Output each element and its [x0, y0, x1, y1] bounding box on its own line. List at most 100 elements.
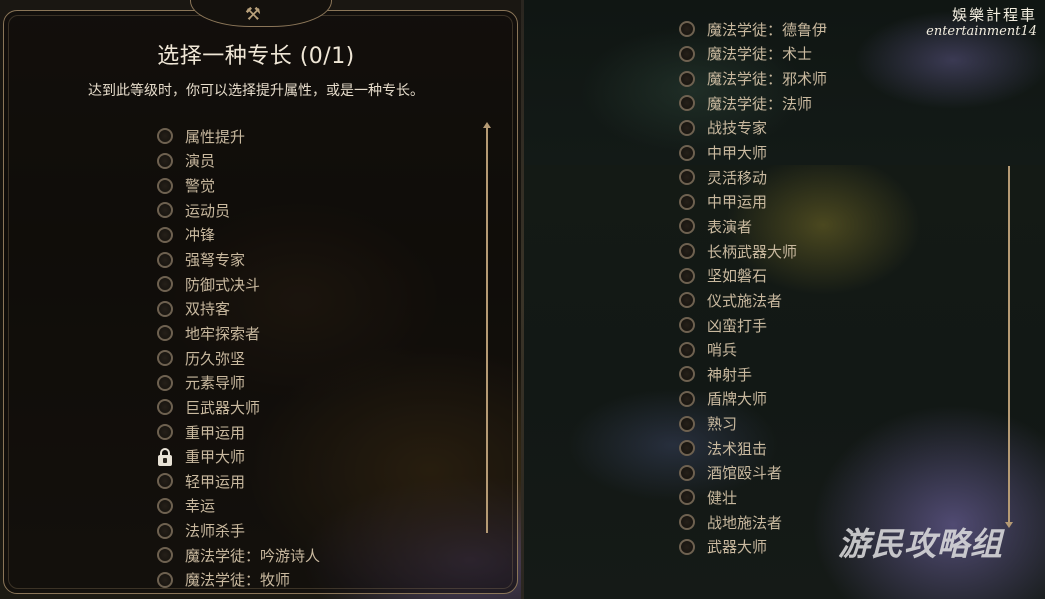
radio-circle-icon[interactable]	[679, 341, 695, 358]
radio-circle-icon[interactable]	[157, 424, 173, 440]
radio-circle-icon[interactable]	[157, 128, 173, 145]
radio-circle-icon[interactable]	[157, 350, 173, 367]
radio-circle-icon[interactable]	[679, 169, 695, 186]
feat-option[interactable]: 历久弥坚	[157, 346, 320, 371]
feat-option[interactable]: 坚如磐石	[679, 263, 827, 288]
feat-option[interactable]: 演员	[157, 149, 320, 174]
radio-circle-icon[interactable]	[157, 374, 173, 391]
scroll-down-arrow-icon[interactable]	[1005, 522, 1013, 528]
radio-circle-icon[interactable]	[157, 177, 173, 194]
feat-option[interactable]: 中甲大师	[679, 140, 827, 165]
radio-circle-icon[interactable]	[679, 119, 695, 136]
feat-option[interactable]: 长柄武器大师	[679, 239, 827, 264]
feat-option[interactable]: 重甲运用	[157, 420, 320, 445]
padlock-icon	[157, 447, 173, 466]
feat-option[interactable]: 警觉	[157, 173, 320, 198]
feat-option[interactable]: 防御式决斗	[157, 272, 320, 297]
feat-option[interactable]: 巨武器大师	[157, 395, 320, 420]
feat-option[interactable]: 健壮	[679, 485, 827, 510]
radio-circle-icon[interactable]	[679, 243, 695, 260]
feat-option-label: 魔法学徒：法师	[707, 94, 813, 113]
feat-option[interactable]: 酒馆殴斗者	[679, 461, 827, 486]
feat-option-label: 酒馆殴斗者	[707, 464, 783, 483]
feat-option[interactable]: 灵活移动	[679, 165, 827, 190]
feat-option[interactable]: 幸运	[157, 494, 320, 519]
feat-option[interactable]: 仪式施法者	[679, 288, 827, 313]
feat-option[interactable]: 重甲大师	[157, 444, 320, 469]
feat-option[interactable]: 法术狙击	[679, 436, 827, 461]
radio-circle-icon[interactable]	[679, 390, 695, 407]
radio-circle-icon[interactable]	[157, 522, 173, 539]
radio-circle-icon[interactable]	[679, 21, 695, 38]
feat-option[interactable]: 凶蛮打手	[679, 313, 827, 338]
feat-option-label: 哨兵	[707, 341, 738, 360]
radio-circle-icon[interactable]	[679, 70, 695, 87]
feat-option[interactable]: 魔法学徒：邪术师	[679, 66, 827, 91]
feat-option-label: 法师杀手	[185, 522, 246, 541]
feat-option[interactable]: 盾牌大师	[679, 387, 827, 412]
radio-circle-icon[interactable]	[679, 95, 695, 112]
radio-circle-icon[interactable]	[157, 202, 173, 219]
radio-circle-icon[interactable]	[157, 497, 173, 514]
radio-circle-icon[interactable]	[679, 144, 695, 161]
feat-option[interactable]: 武器大师	[679, 534, 827, 559]
radio-circle-icon[interactable]	[679, 514, 695, 531]
radio-circle-icon[interactable]	[157, 152, 173, 169]
radio-circle-icon[interactable]	[679, 45, 695, 62]
radio-circle-icon[interactable]	[157, 547, 173, 564]
feat-option[interactable]: 哨兵	[679, 337, 827, 362]
radio-circle-icon[interactable]	[157, 276, 173, 293]
feat-option-label: 盾牌大师	[707, 390, 768, 409]
feat-option[interactable]: 战技专家	[679, 116, 827, 141]
feat-option[interactable]: 属性提升	[157, 124, 320, 149]
feat-list-scrollbar-right[interactable]	[1008, 166, 1010, 524]
feat-option[interactable]: 冲锋	[157, 223, 320, 248]
feat-option[interactable]: 魔法学徒：术士	[679, 42, 827, 67]
feat-option[interactable]: 表演者	[679, 214, 827, 239]
feat-option[interactable]: 轻甲运用	[157, 469, 320, 494]
radio-circle-icon[interactable]	[679, 317, 695, 333]
feat-option[interactable]: 魔法学徒：法师	[679, 91, 827, 116]
radio-circle-icon[interactable]	[679, 292, 695, 309]
feat-option[interactable]: 运动员	[157, 198, 320, 223]
radio-circle-icon[interactable]	[679, 193, 695, 210]
feat-option[interactable]: 战地施法者	[679, 510, 827, 535]
feat-option[interactable]: 强弩专家	[157, 247, 320, 272]
feat-option-label: 长柄武器大师	[707, 242, 798, 261]
radio-circle-icon[interactable]	[157, 300, 173, 317]
feat-option[interactable]: 魔法学徒：牧师	[157, 568, 320, 593]
radio-circle-icon[interactable]	[679, 218, 695, 235]
radio-circle-icon[interactable]	[157, 473, 173, 490]
feat-option-label: 强弩专家	[185, 251, 246, 270]
radio-circle-icon[interactable]	[157, 571, 173, 588]
feat-option[interactable]: 地牢探索者	[157, 321, 320, 346]
dialog-title: 选择一种专长 (0/1)	[157, 44, 355, 69]
radio-circle-icon[interactable]	[679, 267, 695, 284]
radio-circle-icon[interactable]	[157, 399, 173, 416]
feat-option[interactable]: 熟习	[679, 411, 827, 436]
feat-option-label: 属性提升	[185, 127, 246, 146]
feat-option-label: 神射手	[707, 365, 753, 384]
feat-list-scrollbar-left[interactable]	[486, 128, 488, 533]
radio-circle-icon[interactable]	[679, 415, 695, 432]
feat-option[interactable]: 魔法学徒：吟游诗人	[157, 543, 320, 568]
feat-option[interactable]: 双持客	[157, 296, 320, 321]
radio-circle-icon[interactable]	[157, 325, 173, 342]
feat-option[interactable]: 法师杀手	[157, 518, 320, 543]
radio-circle-icon[interactable]	[679, 366, 695, 383]
watermark-bottom: 游民攻略组	[838, 525, 1004, 563]
scroll-up-arrow-icon[interactable]	[483, 122, 491, 128]
radio-circle-icon[interactable]	[157, 226, 173, 243]
radio-circle-icon[interactable]	[679, 464, 695, 481]
crossed-tools-icon: ⚒	[244, 4, 262, 25]
radio-circle-icon[interactable]	[157, 251, 173, 268]
feat-option[interactable]: 元素导师	[157, 370, 320, 395]
radio-circle-icon[interactable]	[679, 538, 695, 555]
watermark-top: 娛樂計程車 entertainment14	[926, 4, 1037, 39]
feat-option[interactable]: 魔法学徒：德鲁伊	[679, 17, 827, 42]
radio-circle-icon[interactable]	[679, 440, 695, 457]
feat-option-label: 幸运	[185, 497, 216, 516]
feat-option[interactable]: 神射手	[679, 362, 827, 387]
radio-circle-icon[interactable]	[679, 489, 695, 506]
feat-option[interactable]: 中甲运用	[679, 189, 827, 214]
